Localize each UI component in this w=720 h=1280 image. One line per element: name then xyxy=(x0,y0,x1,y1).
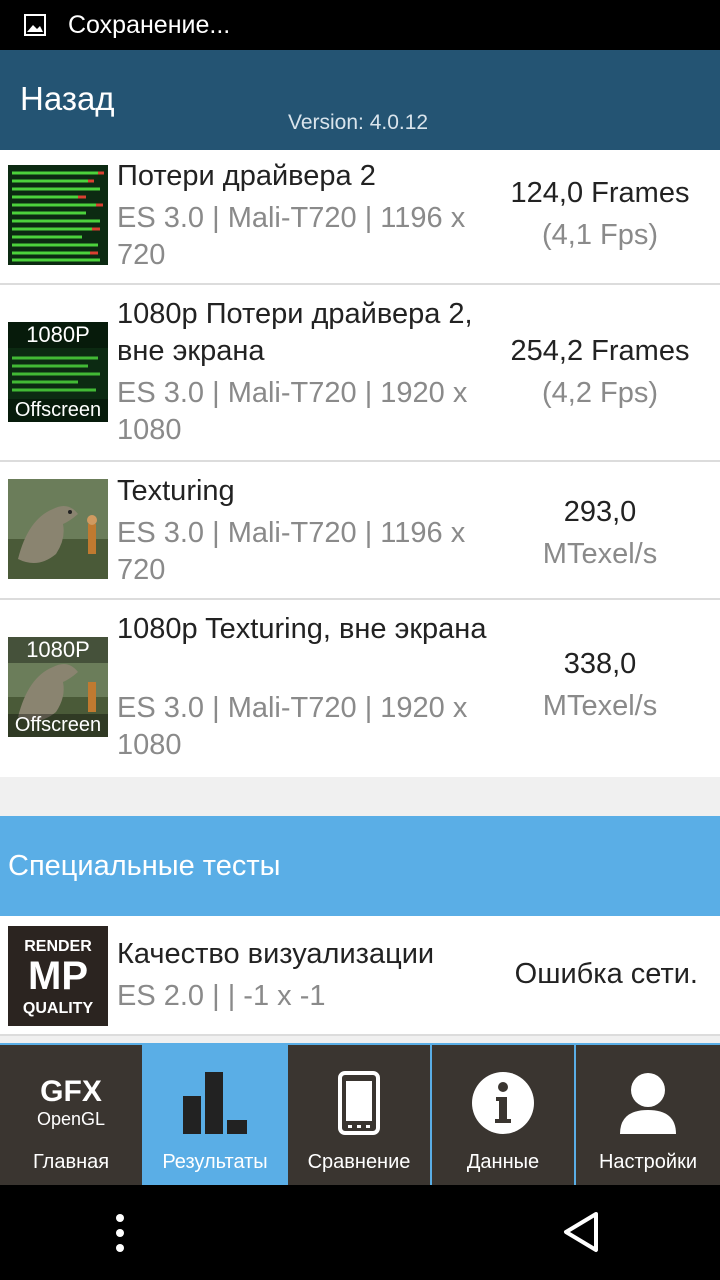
result-score: 293,0 xyxy=(563,496,637,528)
result-row-driver-overhead-offscreen[interactable]: 1080P Offscreen 1080p Потери драйвера 2,… xyxy=(0,285,720,462)
app-header: Назад Version: 4.0.12 xyxy=(0,50,720,150)
status-text: Сохранение... xyxy=(68,10,231,39)
tab-label: Сравнение xyxy=(307,1151,411,1173)
user-icon xyxy=(576,1067,720,1139)
badge-offscreen: Offscreen xyxy=(8,714,108,737)
driver-overhead-thumbnail xyxy=(8,165,108,265)
tab-settings[interactable]: Настройки xyxy=(576,1045,720,1185)
result-title: Качество визуализации xyxy=(117,938,435,970)
tab-label: Данные xyxy=(466,1151,540,1173)
version-label: Version: 4.0.12 xyxy=(288,111,429,134)
tab-label: Результаты xyxy=(162,1151,268,1173)
result-title: Texturing xyxy=(117,475,235,507)
back-nav-icon[interactable] xyxy=(558,1209,604,1255)
result-score: 124,0 Frames xyxy=(510,177,690,209)
dinosaur-offscreen-thumbnail: 1080P Offscreen xyxy=(8,637,108,737)
result-row-driver-overhead[interactable]: Потери драйвера 2 ES 3.0 | Mali-T720 | 1… xyxy=(0,150,720,285)
result-subtitle: ES 3.0 | Mali-T720 | 1196 x 720 xyxy=(117,202,466,271)
back-button[interactable]: Назад xyxy=(20,80,115,118)
network-error-status: Ошибка сети. xyxy=(514,958,698,990)
result-unit: MTexel/s xyxy=(542,690,658,722)
results-list[interactable]: Потери драйвера 2 ES 3.0 | Mali-T720 | 1… xyxy=(0,150,720,1043)
tab-home[interactable]: GFX OpenGL Главная xyxy=(0,1045,142,1185)
result-row-texturing[interactable]: Texturing ES 3.0 | Mali-T720 | 1196 x 72… xyxy=(0,462,720,600)
result-subtitle: ES 3.0 | Mali-T720 | 1196 x 720 xyxy=(117,517,466,586)
bottom-tab-bar: GFX OpenGL Главная Результаты Сравнение xyxy=(0,1043,720,1185)
result-row-render-quality[interactable]: RENDER MP QUALITY Качество визуализации … xyxy=(0,916,720,1036)
tab-label: Главная xyxy=(32,1151,110,1173)
result-unit: (4,2 Fps) xyxy=(541,377,659,409)
system-nav-bar xyxy=(0,1185,720,1280)
gfx-logo-icon: GFX OpenGL xyxy=(36,1075,106,1130)
result-title: 1080p Texturing, вне экрана xyxy=(117,613,487,645)
image-icon xyxy=(24,14,46,36)
badge-1080p: 1080P xyxy=(8,322,108,348)
result-row-texturing-offscreen[interactable]: 1080P Offscreen 1080p Texturing, вне экр… xyxy=(0,600,720,777)
tab-data[interactable]: Данные xyxy=(432,1045,574,1185)
badge-1080p: 1080P xyxy=(8,637,108,663)
tab-results[interactable]: Результаты xyxy=(144,1045,286,1185)
badge-offscreen: Offscreen xyxy=(8,399,108,422)
result-title: 1080p Потери драйвера 2, вне экрана xyxy=(117,298,473,367)
info-icon xyxy=(432,1067,574,1139)
tab-compare[interactable]: Сравнение xyxy=(288,1045,430,1185)
tab-label: Настройки xyxy=(598,1151,698,1173)
status-bar: Сохранение... xyxy=(0,0,720,50)
result-subtitle: ES 2.0 | | -1 x -1 xyxy=(117,980,326,1012)
result-title: Потери драйвера 2 xyxy=(117,160,376,192)
result-subtitle: ES 3.0 | Mali-T720 | 1920 x 1080 xyxy=(117,377,468,446)
driver-overhead-offscreen-thumbnail: 1080P Offscreen xyxy=(8,322,108,422)
result-unit: MTexel/s xyxy=(542,538,658,570)
result-subtitle: ES 3.0 | Mali-T720 | 1920 x 1080 xyxy=(117,692,468,761)
result-score: 254,2 Frames xyxy=(510,335,690,367)
render-quality-thumbnail: RENDER MP QUALITY xyxy=(8,926,108,1026)
bar-chart-icon xyxy=(144,1067,286,1139)
phone-icon xyxy=(288,1067,430,1139)
special-tests-header: Специальные тесты xyxy=(0,816,720,916)
menu-dots-icon[interactable] xyxy=(100,1210,140,1256)
dinosaur-thumbnail xyxy=(8,479,108,579)
result-score: 338,0 xyxy=(563,648,637,680)
result-unit: (4,1 Fps) xyxy=(541,219,659,251)
